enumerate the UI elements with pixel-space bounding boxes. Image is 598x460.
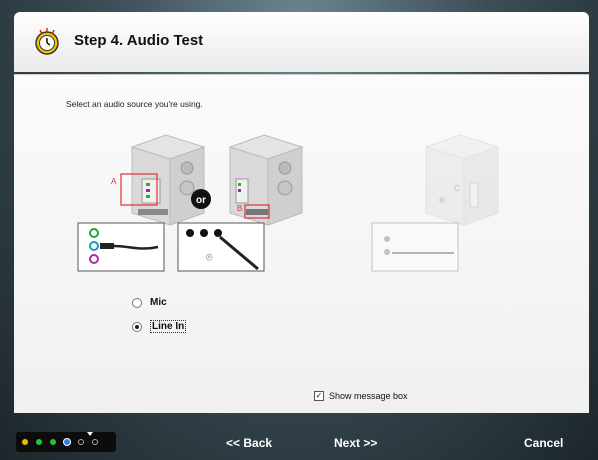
radio-label-line-in[interactable]: Line In	[150, 320, 187, 333]
cancel-button[interactable]: Cancel	[524, 436, 563, 450]
wizard-window: Step 4. Audio Test Select an audio sourc…	[0, 0, 598, 460]
line-in-jack-card: ⌾	[177, 222, 265, 272]
alarm-clock-icon	[35, 28, 59, 55]
pc-tower-c	[424, 134, 500, 226]
step-dot-5	[78, 439, 84, 445]
svg-text:⌾: ⌾	[206, 251, 213, 264]
step-dot-1	[22, 439, 28, 445]
radio-circle-mic[interactable]	[132, 297, 142, 308]
footer-bar: << Back Next >> Cancel	[0, 426, 598, 460]
step-progress-indicator	[16, 432, 116, 452]
radio-circle-line-in[interactable]	[132, 321, 142, 332]
audio-source-diagram: A or B ⌾ C	[77, 134, 500, 272]
step-dot-4	[64, 439, 70, 445]
faded-jack-card	[371, 222, 459, 272]
checkbox-box[interactable]: ✓	[314, 391, 324, 401]
mic-jack-card	[77, 222, 165, 272]
header-bar: Step 4. Audio Test	[14, 12, 589, 72]
checkbox-label[interactable]: Show message box	[329, 391, 408, 401]
radio-label-mic[interactable]: Mic	[150, 297, 167, 308]
radio-mic[interactable]: Mic	[132, 297, 167, 308]
radio-line-in[interactable]: Line In	[132, 320, 187, 333]
step-dot-6	[92, 439, 98, 445]
back-button[interactable]: << Back	[226, 436, 272, 450]
page-title: Step 4. Audio Test	[74, 32, 204, 49]
next-button[interactable]: Next >>	[334, 436, 377, 450]
show-message-box-checkbox[interactable]: ✓ Show message box	[314, 391, 408, 401]
label-a: A	[111, 177, 117, 186]
pc-tower-a	[120, 134, 206, 226]
svg-text:or: or	[196, 195, 206, 206]
label-c: C	[454, 184, 460, 193]
step-dot-2	[36, 439, 42, 445]
step-dot-3	[50, 439, 56, 445]
content-panel: Select an audio source you're using. A o…	[14, 74, 589, 413]
or-badge: or	[191, 189, 211, 209]
label-b: B	[237, 204, 242, 213]
current-step-marker-icon	[87, 432, 93, 436]
